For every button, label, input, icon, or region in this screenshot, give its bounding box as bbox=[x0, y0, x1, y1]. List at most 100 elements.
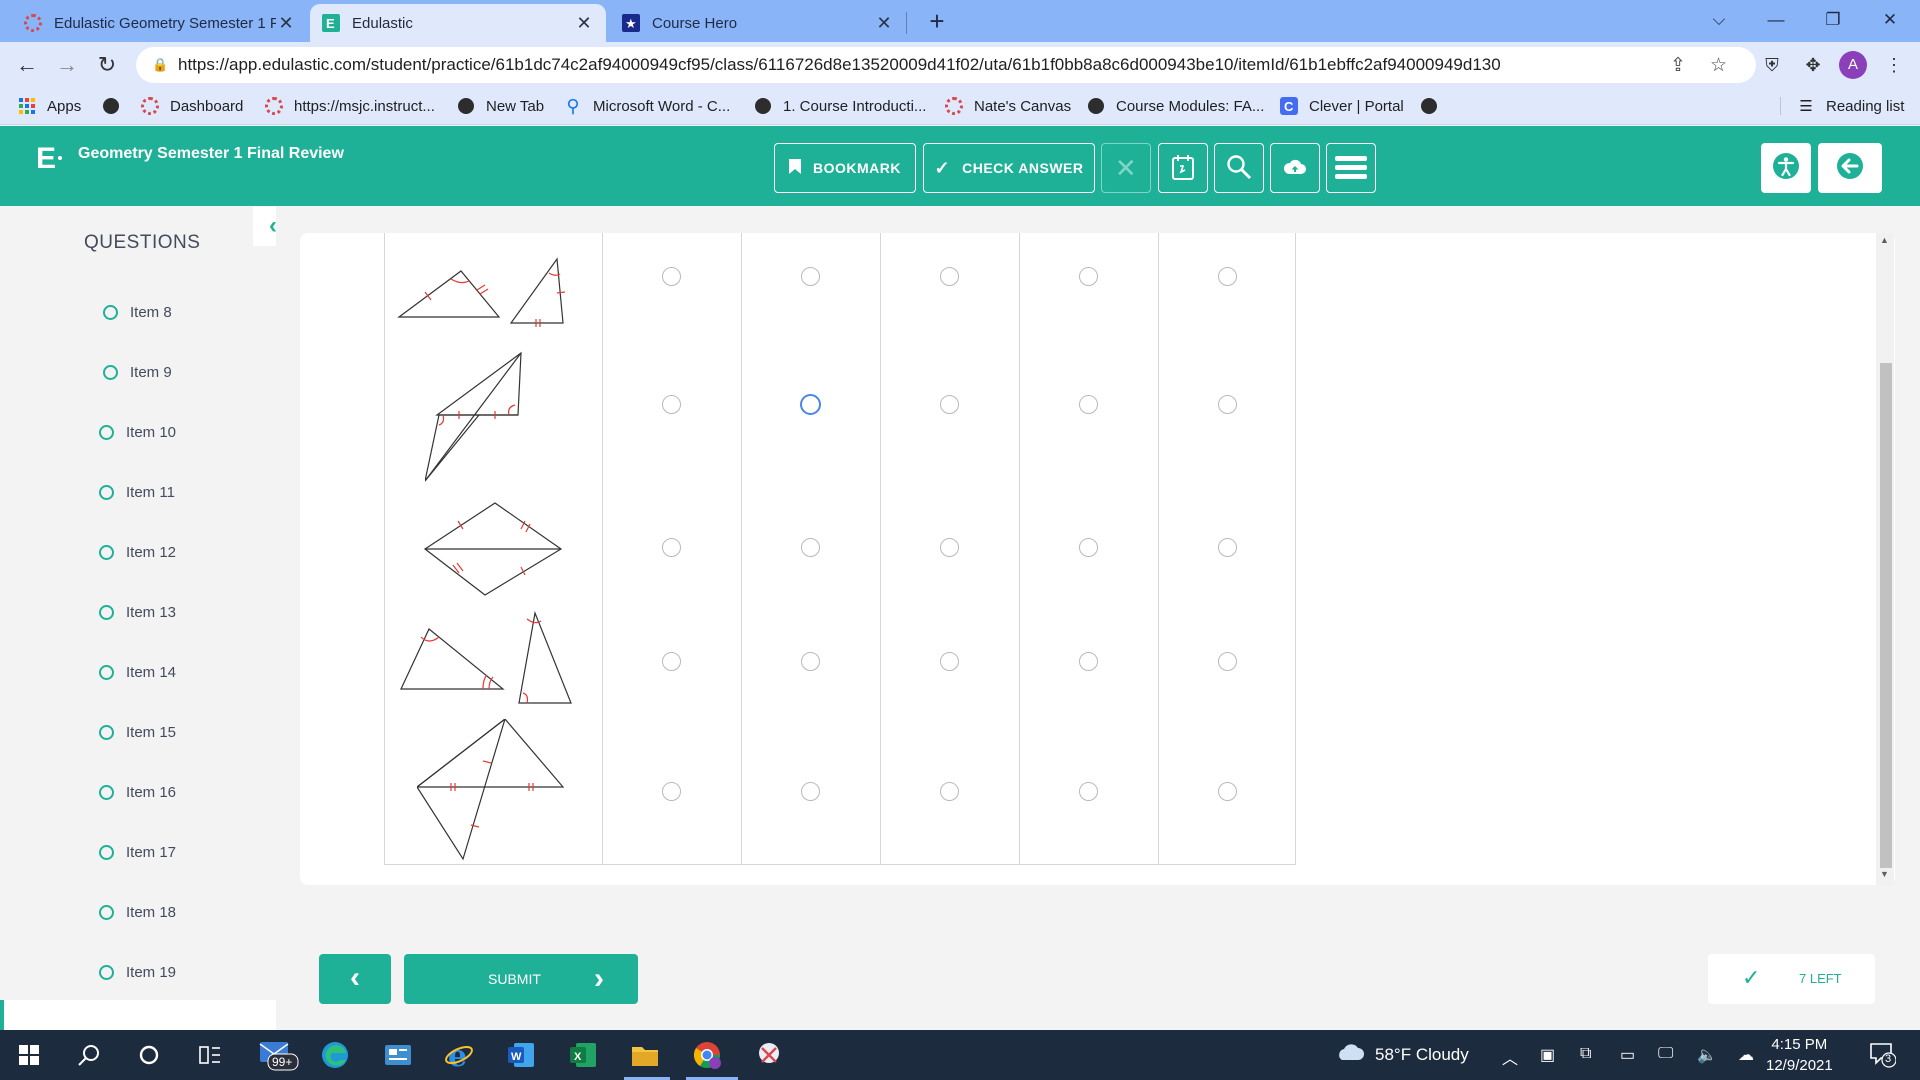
minimize-icon[interactable]: — bbox=[1748, 0, 1804, 40]
question-item[interactable]: Item 12 bbox=[99, 544, 176, 561]
snipping-tool-icon[interactable] bbox=[752, 1038, 786, 1072]
battery-icon[interactable]: ▭ bbox=[1620, 1045, 1635, 1065]
system-clock[interactable]: 4:15 PM 12/9/2021 bbox=[1766, 1034, 1833, 1076]
show-hidden-icons-chevron-icon[interactable]: ︿ bbox=[1502, 1045, 1518, 1069]
radio-option[interactable] bbox=[1079, 538, 1098, 557]
radio-option[interactable] bbox=[662, 395, 681, 414]
close-window-icon[interactable]: ✕ bbox=[1862, 0, 1918, 40]
radio-option[interactable] bbox=[940, 652, 959, 671]
weather-cloud-icon[interactable] bbox=[1336, 1042, 1364, 1067]
meet-now-icon[interactable]: ▣ bbox=[1540, 1045, 1555, 1065]
content-scrollbar[interactable]: ▲ ▼ bbox=[1876, 233, 1894, 885]
question-item[interactable]: Item 9 bbox=[103, 364, 172, 381]
internet-explorer-icon[interactable]: e bbox=[442, 1038, 476, 1072]
scrollbar-thumb[interactable] bbox=[1880, 363, 1892, 868]
radio-option[interactable] bbox=[940, 395, 959, 414]
radio-option[interactable] bbox=[940, 267, 959, 286]
close-tab-icon[interactable]: ✕ bbox=[276, 13, 296, 34]
radio-option[interactable] bbox=[662, 538, 681, 557]
reading-list-button[interactable]: ☰ Reading list bbox=[1780, 97, 1904, 115]
radio-option[interactable] bbox=[1218, 267, 1237, 286]
shield-extension-icon[interactable]: ⛨ bbox=[1758, 51, 1786, 79]
question-item[interactable]: Item 16 bbox=[99, 784, 176, 801]
radio-option[interactable] bbox=[662, 652, 681, 671]
onedrive-icon[interactable]: ☁ bbox=[1738, 1045, 1754, 1065]
restore-icon[interactable]: ❐ bbox=[1805, 0, 1861, 40]
new-tab-button[interactable]: + bbox=[922, 6, 952, 36]
tab-edulastic-geometry[interactable]: Edulastic Geometry Semester 1 F ✕ bbox=[12, 4, 308, 42]
remaining-questions-indicator[interactable]: ✓ 7 LEFT bbox=[1708, 954, 1875, 1004]
notifications-icon[interactable]: 3 bbox=[1868, 1040, 1897, 1073]
profile-avatar[interactable]: A bbox=[1839, 51, 1867, 79]
radio-option[interactable] bbox=[662, 267, 681, 286]
bookmark-button[interactable]: BOOKMARK bbox=[774, 143, 916, 193]
radio-option[interactable] bbox=[1079, 782, 1098, 801]
bookmark-globe-2[interactable] bbox=[1420, 97, 1449, 115]
collapse-sidebar-chevron-icon[interactable]: ‹ bbox=[253, 206, 276, 246]
volume-icon[interactable]: 🔈 bbox=[1697, 1045, 1717, 1065]
url-input[interactable]: 🔒 https://app.edulastic.com/student/prac… bbox=[136, 47, 1756, 83]
excel-app-icon[interactable]: X bbox=[566, 1038, 600, 1072]
edge-browser-icon[interactable] bbox=[318, 1038, 352, 1072]
news-app-icon[interactable] bbox=[381, 1038, 415, 1072]
radio-option[interactable] bbox=[940, 538, 959, 557]
exit-button[interactable] bbox=[1818, 143, 1882, 193]
scroll-down-arrow-icon[interactable]: ▼ bbox=[1880, 869, 1889, 879]
question-item[interactable]: Item 17 bbox=[99, 844, 176, 861]
radio-option[interactable] bbox=[662, 782, 681, 801]
bookmark-new-tab[interactable]: New Tab bbox=[457, 97, 544, 115]
bookmark-msjc[interactable]: https://msjc.instruct... bbox=[265, 97, 435, 115]
radio-option[interactable] bbox=[1218, 782, 1237, 801]
windows-start-icon[interactable] bbox=[12, 1038, 46, 1072]
bookmark-course-introduction[interactable]: 1. Course Introducti... bbox=[754, 97, 926, 115]
menu-button[interactable] bbox=[1326, 143, 1376, 193]
question-item[interactable]: Item 10 bbox=[99, 424, 176, 441]
more-menu-icon[interactable]: ⋮ bbox=[1880, 51, 1908, 79]
cortana-icon[interactable] bbox=[132, 1038, 166, 1072]
radio-option[interactable] bbox=[801, 538, 820, 557]
close-tab-icon[interactable]: ✕ bbox=[574, 13, 594, 34]
tab-edulastic[interactable]: E Edulastic ✕ bbox=[310, 4, 606, 42]
bookmark-apps[interactable]: Apps bbox=[18, 97, 81, 115]
scroll-up-arrow-icon[interactable]: ▲ bbox=[1880, 235, 1889, 245]
search-icon[interactable] bbox=[72, 1038, 106, 1072]
bookmark-nates-canvas[interactable]: Nate's Canvas bbox=[945, 97, 1071, 115]
submit-button[interactable]: SUBMIT › bbox=[404, 954, 638, 1004]
question-item[interactable]: Item 18 bbox=[99, 904, 176, 921]
check-answer-button[interactable]: ✓ CHECK ANSWER bbox=[923, 143, 1095, 193]
task-view-icon[interactable] bbox=[193, 1038, 227, 1072]
active-question-item[interactable] bbox=[0, 1000, 276, 1030]
radio-option[interactable] bbox=[940, 782, 959, 801]
radio-option[interactable] bbox=[1079, 652, 1098, 671]
scratchpad-button[interactable] bbox=[1158, 143, 1208, 193]
screen-capture-icon[interactable]: ⧉ bbox=[1580, 1045, 1591, 1063]
radio-option[interactable] bbox=[1218, 395, 1237, 414]
network-icon[interactable]: 🖵 bbox=[1658, 1045, 1673, 1063]
previous-question-button[interactable]: ‹ bbox=[319, 954, 391, 1004]
bookmark-globe[interactable] bbox=[102, 97, 131, 115]
share-icon[interactable]: ⇪ bbox=[1670, 54, 1686, 77]
zoom-button[interactable] bbox=[1214, 143, 1264, 193]
save-cloud-button[interactable] bbox=[1270, 143, 1320, 193]
bookmark-course-modules[interactable]: Course Modules: FA... bbox=[1087, 97, 1264, 115]
question-item[interactable]: Item 19 bbox=[99, 964, 176, 981]
tab-search-chevron-icon[interactable]: ⌵ bbox=[1691, 0, 1747, 40]
radio-option[interactable] bbox=[1218, 652, 1237, 671]
question-item[interactable]: Item 15 bbox=[99, 724, 176, 741]
back-arrow-icon[interactable]: ← bbox=[12, 50, 42, 80]
edulastic-logo[interactable]: E bbox=[36, 142, 56, 176]
word-app-icon[interactable]: W bbox=[504, 1038, 538, 1072]
star-bookmark-icon[interactable]: ☆ bbox=[1710, 54, 1727, 77]
radio-option-focused[interactable] bbox=[800, 394, 821, 415]
bookmark-dashboard[interactable]: Dashboard bbox=[141, 97, 243, 115]
radio-option[interactable] bbox=[1079, 267, 1098, 286]
question-item[interactable]: Item 8 bbox=[103, 304, 172, 321]
puzzle-extensions-icon[interactable]: ✥ bbox=[1799, 51, 1827, 79]
question-item[interactable]: Item 14 bbox=[99, 664, 176, 681]
question-item[interactable]: Item 13 bbox=[99, 604, 176, 621]
clear-answer-button[interactable]: ✕ bbox=[1101, 143, 1151, 193]
radio-option[interactable] bbox=[801, 652, 820, 671]
close-tab-icon[interactable]: ✕ bbox=[874, 13, 894, 34]
tab-course-hero[interactable]: ★ Course Hero ✕ bbox=[610, 4, 906, 42]
chrome-browser-icon[interactable] bbox=[690, 1038, 724, 1072]
